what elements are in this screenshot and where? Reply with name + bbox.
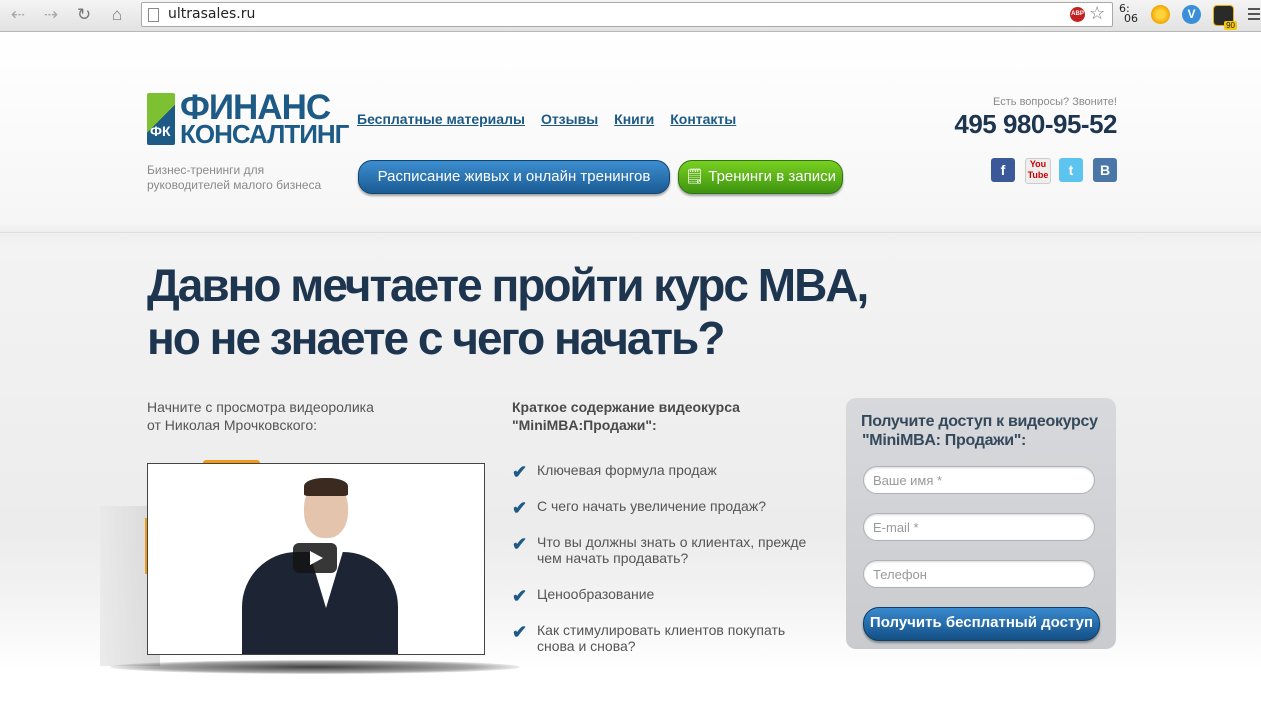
list-item: ✔ С чего начать увеличение продаж? xyxy=(512,498,766,518)
form-title-line1: Получите доступ к видеокурсу xyxy=(861,413,1098,430)
intro-line2: от Николая Мрочковского: xyxy=(147,417,318,433)
header-divider xyxy=(0,232,1261,233)
nav-books[interactable]: Книги xyxy=(614,111,654,127)
bird-extension-icon[interactable]: 90 xyxy=(1213,5,1237,30)
menu-icon[interactable] xyxy=(1248,8,1260,23)
headline-line2: но не знаете с чего начать? xyxy=(147,312,725,364)
reload-icon[interactable]: ↻ xyxy=(73,4,95,26)
tagline: Бизнес-тренинги для руководителей малого… xyxy=(147,163,322,192)
course-title-line1: Краткое содержание видеокурса xyxy=(512,399,740,415)
form-title: Получите доступ к видеокурсу "MiniMBA: П… xyxy=(861,412,1106,450)
checkmark-icon: ✔ xyxy=(512,622,528,642)
bookmark-star-icon[interactable]: ☆ xyxy=(1089,3,1105,24)
logo-mark: ФК xyxy=(147,93,175,145)
get-access-button[interactable]: Получить бесплатный доступ xyxy=(863,607,1100,641)
main-headline: Давно мечтаете пройти курс MBA, но не зн… xyxy=(147,259,869,365)
address-bar[interactable]: ultrasales.ru ABP ☆ xyxy=(141,2,1113,27)
video-shadow xyxy=(110,660,520,674)
email-field[interactable]: E-mail * xyxy=(863,513,1095,541)
clock-minutes: 06 xyxy=(1124,12,1138,25)
form-title-line2: "MiniMBA: Продажи": xyxy=(862,432,1027,449)
schedule-button[interactable]: Расписание живых и онлайн тренингов xyxy=(358,160,670,194)
intro-line1: Начните с просмотра видеоролика xyxy=(147,399,374,415)
adblock-icon[interactable]: ABP xyxy=(1070,7,1085,22)
list-item: ✔ Как стимулировать клиентов покупать сно… xyxy=(512,622,786,654)
nav-contacts[interactable]: Контакты xyxy=(670,111,736,127)
extension-badge: 90 xyxy=(1224,21,1237,30)
phone-field[interactable]: Телефон xyxy=(863,560,1095,588)
course-summary-title: Краткое содержание видеокурса "MiniMBA:П… xyxy=(512,398,740,434)
list-item: ✔ Ценообразование xyxy=(512,586,655,606)
paw-extension-icon[interactable] xyxy=(1151,5,1170,24)
back-icon[interactable]: ⇠ xyxy=(7,4,29,26)
home-icon[interactable]: ⌂ xyxy=(106,4,128,26)
course-title-line2: "MiniMBA:Продажи": xyxy=(512,417,657,433)
list-item: ✔ Что вы должны знать о клиентах, прежде … xyxy=(512,534,807,566)
v-extension-icon[interactable]: V xyxy=(1182,5,1201,24)
twitter-icon[interactable]: t xyxy=(1059,158,1083,182)
headline-line1: Давно мечтаете пройти курс MBA, xyxy=(147,259,869,311)
signup-form: Получите доступ к видеокурсу "MiniMBA: П… xyxy=(846,398,1116,649)
page-content: ФК ФИНАНС КОНСАЛТИНГ Бизнес-тренинги для… xyxy=(0,32,1261,712)
name-field[interactable]: Ваше имя * xyxy=(863,466,1095,494)
clock-widget[interactable]: 6: 06 xyxy=(1119,3,1138,25)
checkmark-icon: ✔ xyxy=(512,498,528,518)
play-icon[interactable] xyxy=(293,543,337,573)
list-item: ✔ Ключевая формула продаж xyxy=(512,462,717,482)
nav-free-materials[interactable]: Бесплатные материалы xyxy=(357,111,525,127)
forward-icon[interactable]: ⇢ xyxy=(40,4,62,26)
video-thumbnail-hair xyxy=(304,478,348,496)
recorded-trainings-button[interactable]: 🗒 Тренинги в записи xyxy=(678,160,843,194)
youtube-icon[interactable]: You Tube xyxy=(1025,158,1051,184)
contact-question: Есть вопросы? Звоните! xyxy=(993,96,1117,108)
course-topics-list: ✔ Ключевая формула продаж ✔ С чего начать … xyxy=(512,462,822,674)
url-text[interactable]: ultrasales.ru xyxy=(168,6,255,22)
video-intro: Начните с просмотра видеоролика от Никол… xyxy=(147,398,374,434)
facebook-icon[interactable]: f xyxy=(991,158,1015,182)
browser-toolbar: ⇠ ⇢ ↻ ⌂ ultrasales.ru ABP ☆ 6: 06 V 90 xyxy=(0,0,1261,32)
nav-reviews[interactable]: Отзывы xyxy=(541,111,598,127)
book-icon: 🗒 xyxy=(685,168,709,185)
checkmark-icon: ✔ xyxy=(512,534,528,554)
top-navigation: Бесплатные материалы Отзывы Книги Контакты xyxy=(357,111,752,127)
page-icon xyxy=(148,8,159,22)
checkmark-icon: ✔ xyxy=(512,462,528,482)
logo-text-line2: КОНСАЛТИНГ xyxy=(180,119,349,149)
checkmark-icon: ✔ xyxy=(512,586,528,606)
video-player[interactable] xyxy=(147,463,485,655)
phone-number: 495 980-95-52 xyxy=(954,109,1117,139)
vkontakte-icon[interactable]: B xyxy=(1093,158,1117,182)
